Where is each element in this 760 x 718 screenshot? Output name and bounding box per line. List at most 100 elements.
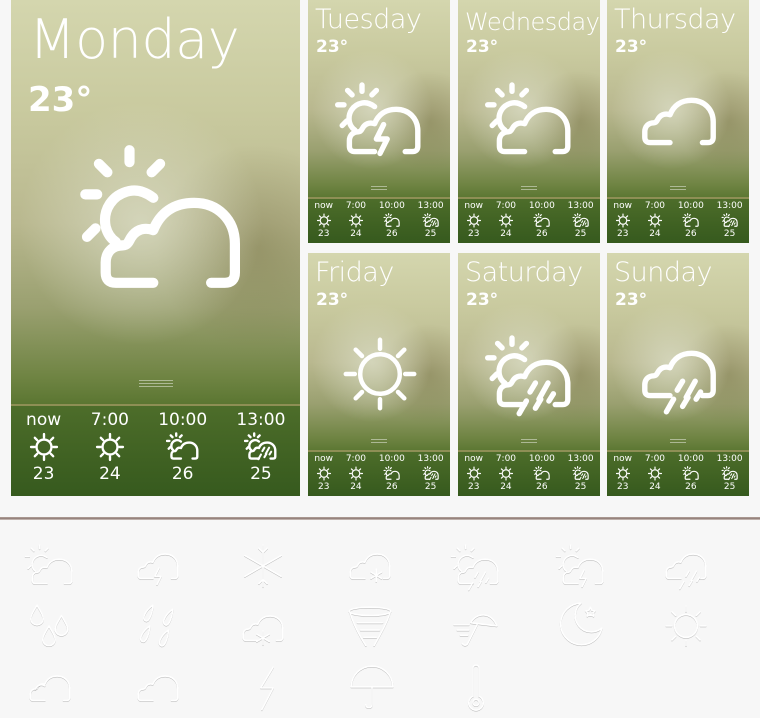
partly-cloudy-icon — [383, 212, 401, 229]
raindrops-icon — [22, 600, 78, 652]
forecast-temp: 25 — [424, 482, 437, 492]
forecast-temp: 24 — [500, 482, 512, 492]
day-name: Sunday — [614, 257, 713, 288]
partly-cloudy-storm-icon — [721, 465, 739, 482]
forecast-time: 7:00 — [90, 410, 129, 430]
day-temperature: 23° — [466, 37, 499, 57]
sun-icon — [315, 212, 333, 229]
forecast-time: 13:00 — [236, 410, 286, 430]
partly-cloudy-storm-icon — [572, 212, 590, 229]
partly-cloudy-thunder-icon — [330, 76, 430, 166]
cloud-rain-icon — [658, 540, 714, 592]
cloud-thunder-icon — [130, 540, 186, 592]
hourly-forecast: now 23 7:00 24 10:00 26 13:00 25 — [308, 197, 450, 243]
forecast-time: now — [26, 410, 62, 430]
day-temperature: 23° — [316, 290, 349, 310]
forecast-slot: 7:00 24 — [496, 201, 516, 243]
hourly-forecast: now 23 7:00 24 10:00 26 13:00 25 — [607, 197, 749, 243]
drag-handle[interactable] — [371, 439, 387, 445]
forecast-temp: 25 — [723, 482, 736, 492]
drag-handle[interactable] — [371, 186, 387, 192]
forecast-slot: 7:00 24 — [496, 454, 516, 496]
drag-handle[interactable] — [138, 380, 173, 389]
forecast-slot: 7:00 24 — [91, 410, 129, 496]
forecast-slot: now 23 — [26, 410, 62, 496]
drag-handle[interactable] — [670, 439, 686, 445]
forecast-slot: now 23 — [314, 201, 333, 243]
forecast-time: now — [613, 201, 632, 211]
moon-stars-icon — [553, 598, 609, 650]
forecast-slot: now 23 — [464, 454, 483, 496]
day-name: Wednesday — [465, 8, 600, 36]
forecast-slot: 10:00 26 — [158, 410, 207, 496]
forecast-time: now — [464, 201, 483, 211]
tornado-icon — [342, 602, 398, 654]
sun-icon — [315, 465, 333, 482]
partly-cloudy-storm-icon — [572, 465, 590, 482]
weather-icon-set — [0, 530, 760, 718]
partly-cloudy-storm-icon — [243, 430, 279, 464]
forecast-temp: 24 — [350, 482, 362, 492]
partly-cloudy-icon — [533, 212, 551, 229]
forecast-slot: 7:00 24 — [346, 201, 366, 243]
forecast-time: 13:00 — [716, 454, 743, 464]
forecast-slot: 7:00 24 — [645, 201, 665, 243]
forecast-slot: 13:00 25 — [717, 454, 743, 496]
partly-cloudy-rain-icon — [480, 329, 580, 419]
sun-icon — [330, 329, 430, 419]
forecast-time: 7:00 — [644, 454, 666, 464]
day-temperature: 23° — [316, 37, 349, 57]
forecast-slot: now 23 — [314, 454, 333, 496]
partly-cloudy-icon — [480, 76, 580, 166]
day-card-friday[interactable]: Friday 23° now 23 7:00 24 10:00 26 13:00… — [308, 253, 450, 496]
day-card-monday[interactable]: Monday 23° now 23 7:00 24 10:00 26 13:00… — [11, 0, 300, 496]
forecast-temp: 26 — [171, 464, 194, 484]
sun-icon — [614, 465, 632, 482]
day-name: Thursday — [614, 4, 736, 35]
partly-cloudy-icon — [383, 465, 401, 482]
sun-icon — [92, 430, 128, 464]
drag-handle[interactable] — [521, 186, 537, 192]
cloud-icon — [629, 76, 729, 166]
forecast-temp: 26 — [685, 482, 697, 492]
day-card-sunday[interactable]: Sunday 23° now 23 7:00 24 10:00 26 13:00… — [607, 253, 749, 496]
hourly-forecast: now 23 7:00 24 10:00 26 13:00 25 — [308, 450, 450, 496]
forecast-slot: 13:00 25 — [418, 454, 444, 496]
drag-handle[interactable] — [670, 186, 686, 192]
forecast-temp: 24 — [350, 229, 362, 239]
sun-icon — [646, 465, 664, 482]
forecast-temp: 26 — [386, 482, 398, 492]
hourly-forecast: now 23 7:00 24 10:00 26 13:00 25 — [11, 404, 300, 496]
day-card-wednesday[interactable]: Wednesday 23° now 23 7:00 24 10:00 26 13… — [458, 0, 600, 243]
day-temperature: 23° — [28, 80, 93, 120]
forecast-temp: 23 — [317, 229, 330, 239]
day-card-tuesday[interactable]: Tuesday 23° now 23 7:00 24 10:00 26 13:0… — [308, 0, 450, 243]
day-name: Friday — [315, 257, 394, 288]
partly-cloudy-icon — [533, 465, 551, 482]
drag-handle[interactable] — [521, 439, 537, 445]
partly-cloudy-icon — [682, 212, 700, 229]
forecast-temp: 26 — [685, 229, 697, 239]
partly-cloudy-storm-icon — [721, 212, 739, 229]
partly-cloudy-icon — [165, 430, 201, 464]
day-name: Tuesday — [315, 4, 422, 35]
forecast-temp: 24 — [649, 482, 661, 492]
forecast-time: 10:00 — [378, 201, 405, 211]
sun-icon — [26, 430, 62, 464]
sun-icon — [646, 212, 664, 229]
sun-icon — [614, 212, 632, 229]
sun-icon — [497, 212, 515, 229]
forecast-time: 10:00 — [158, 410, 208, 430]
forecast-time: 13:00 — [417, 454, 444, 464]
partly-cloudy-storm-icon — [422, 465, 440, 482]
cloudy-icon — [22, 662, 78, 714]
day-card-thursday[interactable]: Thursday 23° now 23 7:00 24 10:00 26 13:… — [607, 0, 749, 243]
forecast-slot: 10:00 26 — [529, 454, 555, 496]
forecast-slot: now 23 — [613, 201, 632, 243]
section-divider — [0, 517, 760, 520]
forecast-slot: 13:00 25 — [418, 201, 444, 243]
day-name: Saturday — [465, 257, 583, 288]
forecast-time: 7:00 — [345, 201, 367, 211]
day-card-saturday[interactable]: Saturday 23° now 23 7:00 24 10:00 26 13:… — [458, 253, 600, 496]
forecast-slot: 10:00 26 — [529, 201, 555, 243]
